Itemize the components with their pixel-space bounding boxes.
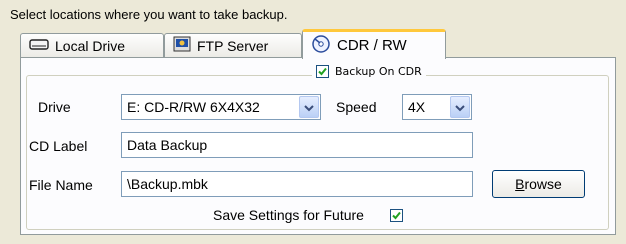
backup-on-cdr-label: Backup On CDR xyxy=(335,65,422,78)
drive-dropdown-button[interactable] xyxy=(299,96,319,118)
ftp-server-icon xyxy=(173,36,191,55)
drive-icon xyxy=(29,37,49,54)
browse-button[interactable]: Browse xyxy=(492,170,585,198)
drive-select[interactable]: E: CD-R/RW 6X4X32 xyxy=(121,94,321,120)
file-name-input[interactable]: \Backup.mbk xyxy=(121,171,473,197)
cd-burner-icon xyxy=(311,34,331,58)
instruction-text: Select locations where you want to take … xyxy=(10,7,288,22)
file-name-label: File Name xyxy=(29,177,93,193)
tab-ftp-server[interactable]: FTP Server xyxy=(164,33,302,57)
tab-local-drive-label: Local Drive xyxy=(55,37,126,54)
tab-ftp-server-label: FTP Server xyxy=(197,37,269,54)
cd-label-input[interactable]: Data Backup xyxy=(121,132,473,158)
speed-dropdown-button[interactable] xyxy=(450,96,470,118)
chevron-down-icon xyxy=(304,100,314,115)
backup-on-cdr-checkbox[interactable] xyxy=(316,65,329,78)
browse-mnemonic: B xyxy=(515,176,525,192)
tab-local-drive[interactable]: Local Drive xyxy=(20,33,164,57)
speed-select-value: 4X xyxy=(408,99,426,115)
cd-label-value: Data Backup xyxy=(127,137,208,153)
chevron-down-icon xyxy=(455,100,465,115)
file-name-value: \Backup.mbk xyxy=(127,176,208,192)
drive-select-value: E: CD-R/RW 6X4X32 xyxy=(127,99,260,115)
drive-label: Drive xyxy=(38,99,71,115)
save-settings-label: Save Settings for Future xyxy=(213,207,364,223)
save-settings-checkbox[interactable] xyxy=(390,209,403,222)
tab-cdr-rw[interactable]: CDR / RW xyxy=(302,29,446,59)
speed-label: Speed xyxy=(336,99,377,115)
cd-label-label: CD Label xyxy=(29,138,88,154)
backup-on-cdr-legend: Backup On CDR xyxy=(312,65,426,78)
browse-label: rowse xyxy=(524,176,562,192)
tab-cdr-rw-label: CDR / RW xyxy=(337,37,407,54)
